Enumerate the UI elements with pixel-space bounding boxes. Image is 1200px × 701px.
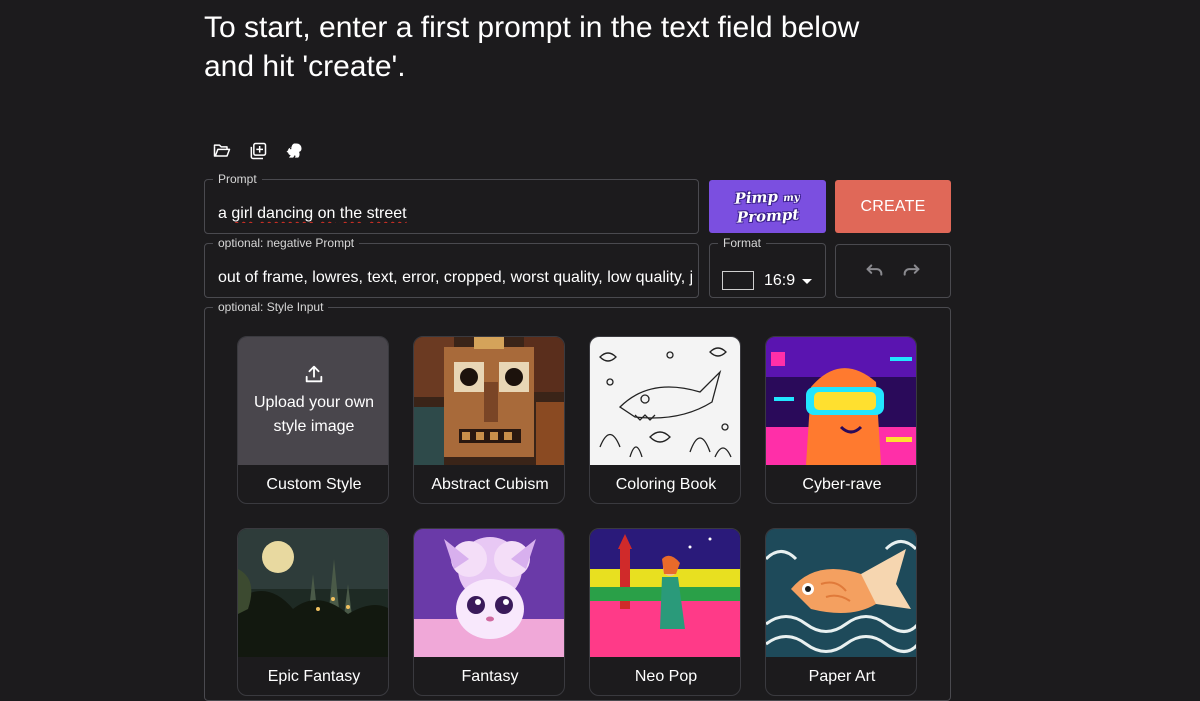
intro-line-1: To start, enter a first prompt in the te… bbox=[204, 11, 860, 44]
intro-line-2: and hit 'create'. bbox=[204, 50, 406, 83]
format-select[interactable]: Format 16:9 bbox=[709, 237, 826, 298]
upload-text-line: Upload your own bbox=[253, 394, 375, 411]
aspect-ratio-icon bbox=[722, 271, 754, 290]
style-card-label: Custom Style bbox=[266, 476, 362, 493]
upload-icon bbox=[305, 365, 323, 383]
style-input-legend: optional: Style Input bbox=[218, 300, 324, 314]
style-card-abstract-cubism[interactable]: Abstract Cubism bbox=[413, 336, 565, 504]
coloring-book-image bbox=[590, 337, 740, 465]
prompt-field[interactable]: Prompt a girl dancing on the street bbox=[204, 173, 699, 234]
paper-art-image bbox=[766, 529, 916, 657]
style-card-paper-art[interactable]: Paper Art bbox=[765, 528, 917, 696]
prompt-word: a bbox=[218, 205, 227, 222]
redo-icon[interactable] bbox=[901, 260, 923, 282]
negative-prompt-field[interactable]: optional: negative Prompt out of frame, … bbox=[204, 237, 699, 298]
style-card-label: Neo Pop bbox=[634, 668, 698, 685]
prompt-word: street bbox=[366, 205, 407, 222]
toolbar bbox=[210, 139, 306, 163]
prompt-word: girl bbox=[231, 205, 253, 222]
upload-style-area[interactable]: Upload your own style image bbox=[238, 337, 388, 465]
style-card-label: Abstract Cubism bbox=[431, 476, 549, 493]
folder-open-icon[interactable] bbox=[210, 139, 234, 163]
style-card-epic-fantasy[interactable]: Epic Fantasy bbox=[237, 528, 389, 696]
create-button[interactable]: CREATE bbox=[835, 180, 951, 233]
style-card-neo-pop[interactable]: Neo Pop bbox=[589, 528, 741, 696]
prompt-legend: Prompt bbox=[218, 172, 257, 186]
style-card-label: Fantasy bbox=[461, 668, 519, 685]
undo-redo-group bbox=[835, 244, 951, 298]
intro-text: To start, enter a first prompt in the te… bbox=[204, 8, 964, 86]
format-legend: Format bbox=[723, 236, 762, 250]
upload-text-line: style image bbox=[273, 418, 355, 435]
style-card-label: Cyber-rave bbox=[802, 476, 882, 493]
negative-prompt-input[interactable]: out of frame, lowres, text, error, cropp… bbox=[218, 269, 692, 287]
neo-pop-image bbox=[590, 529, 740, 657]
negative-prompt-legend: optional: negative Prompt bbox=[218, 236, 355, 250]
prompt-word: the bbox=[339, 205, 363, 222]
style-card-label: Epic Fantasy bbox=[267, 668, 361, 685]
style-card-custom[interactable]: Upload your own style image Custom Style bbox=[237, 336, 389, 504]
upload-text: Upload your own style image bbox=[254, 391, 374, 439]
fantasy-image bbox=[414, 529, 564, 657]
abstract-cubism-image bbox=[414, 337, 564, 465]
pimp-prompt-word: Prompt bbox=[736, 205, 800, 227]
epic-fantasy-image bbox=[238, 529, 388, 657]
prompt-word: on bbox=[317, 205, 336, 222]
pimp-my-prompt-button[interactable]: Pimp my Prompt bbox=[709, 180, 826, 233]
prompt-word: dancing bbox=[257, 205, 314, 222]
chevron-down-icon bbox=[802, 279, 812, 284]
style-card-label: Paper Art bbox=[808, 668, 876, 685]
style-card-fantasy[interactable]: Fantasy bbox=[413, 528, 565, 696]
style-card-coloring-book[interactable]: Coloring Book bbox=[589, 336, 741, 504]
prompt-input[interactable]: a girl dancing on the street bbox=[218, 205, 692, 223]
style-card-label: Coloring Book bbox=[615, 476, 717, 493]
undo-icon[interactable] bbox=[863, 260, 885, 282]
pimp-my-word: my bbox=[782, 192, 800, 205]
add-copy-icon[interactable] bbox=[246, 139, 270, 163]
squirrel-icon[interactable] bbox=[282, 139, 306, 163]
pimp-word: Pimp bbox=[734, 187, 779, 208]
style-card-cyber-rave[interactable]: Cyber-rave bbox=[765, 336, 917, 504]
cyber-rave-image bbox=[766, 337, 916, 465]
format-value: 16:9 bbox=[764, 272, 796, 289]
pimp-my-prompt-logo: Pimp my Prompt bbox=[734, 187, 801, 227]
